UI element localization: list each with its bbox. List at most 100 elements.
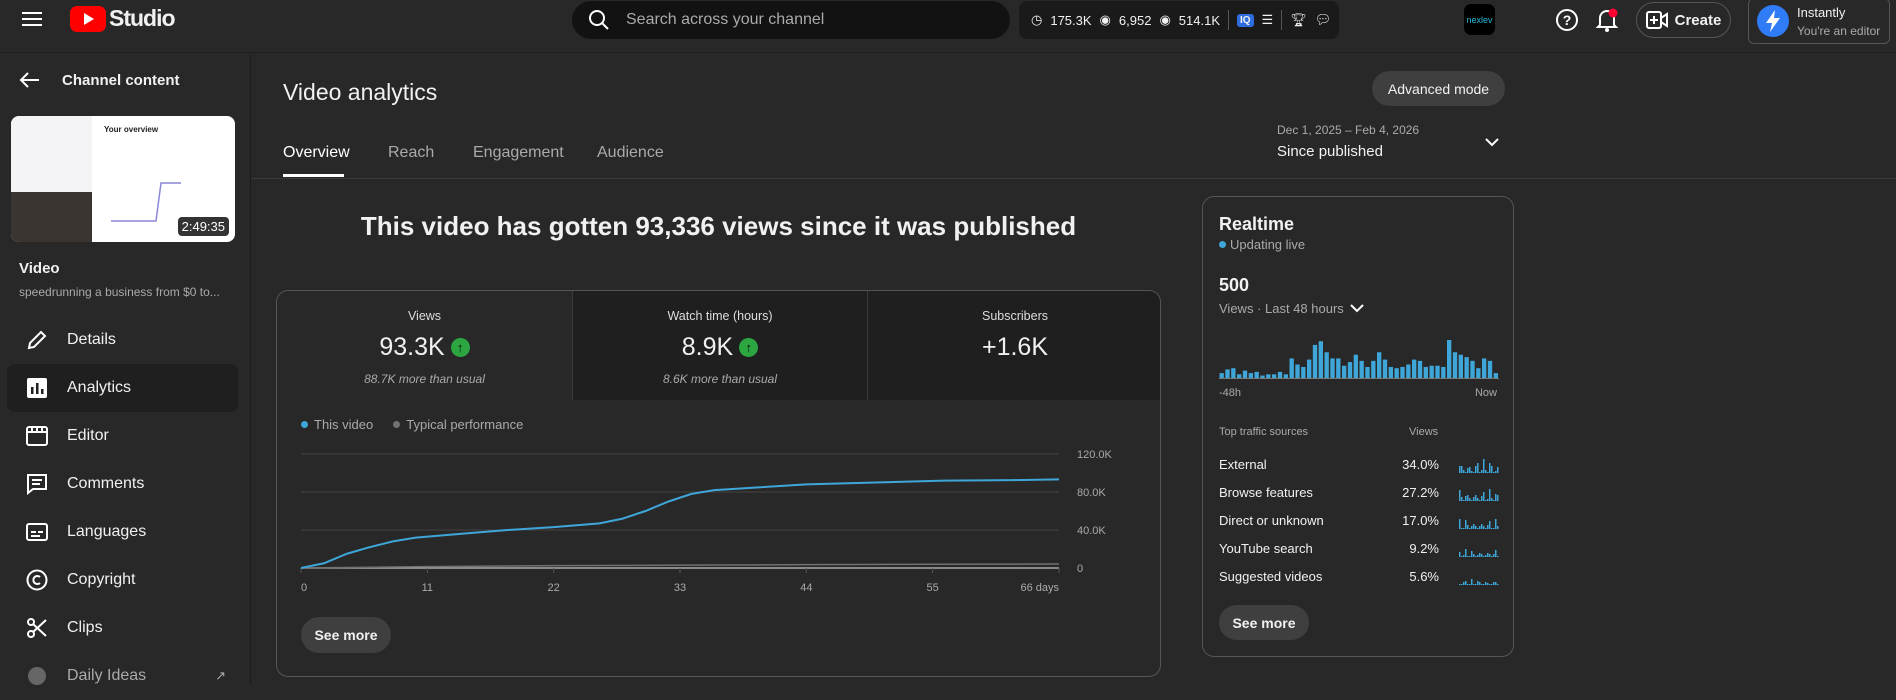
sparkline-bar <box>1461 497 1463 501</box>
traffic-source-pct: 17.0% <box>1402 512 1439 528</box>
sparkline-bar <box>1481 496 1483 501</box>
metric-tile-subscribers[interactable]: Subscribers +1.6K <box>867 291 1160 400</box>
menu-icon[interactable] <box>22 10 42 33</box>
youtube-studio-logo[interactable]: Studio <box>70 5 176 32</box>
sparkline-bar <box>1461 556 1463 557</box>
account-switcher[interactable]: Instantly You're an editor <box>1748 0 1890 44</box>
sparkline-bar <box>1473 497 1475 501</box>
sparkline-bar <box>1467 468 1469 473</box>
traffic-source-sparkline <box>1459 519 1499 529</box>
advanced-mode-button[interactable]: Advanced mode <box>1372 71 1505 106</box>
realtime-bar <box>1482 358 1487 378</box>
sparkline-bar <box>1497 526 1499 529</box>
tab-reach[interactable]: Reach <box>388 144 434 162</box>
realtime-bar <box>1394 368 1399 378</box>
date-range-picker[interactable]: Dec 1, 2025 – Feb 4, 2026 Since publishe… <box>1277 123 1507 163</box>
sparkline-bar <box>1471 500 1473 501</box>
scissors-icon <box>7 617 67 639</box>
sidebar-item-editor[interactable]: Editor <box>7 412 238 460</box>
traffic-source-pct: 5.6% <box>1409 568 1439 584</box>
pencil-icon <box>7 329 67 351</box>
realtime-bar <box>1476 368 1481 378</box>
create-button[interactable]: Create <box>1636 2 1731 38</box>
sparkline-bar <box>1493 582 1495 585</box>
realtime-bar <box>1347 362 1353 378</box>
realtime-see-more-button[interactable]: See more <box>1219 605 1309 640</box>
realtime-bar-chart <box>1219 340 1499 379</box>
tab-engagement[interactable]: Engagement <box>473 144 564 162</box>
realtime-bar <box>1295 364 1300 378</box>
sidebar-item-languages[interactable]: Languages <box>7 508 238 556</box>
sparkline-bar <box>1485 470 1487 473</box>
realtime-x-start: -48h <box>1219 387 1242 399</box>
chat-icon[interactable]: 💬︎ <box>1315 12 1332 28</box>
chart-legend: This video Typical performance <box>301 417 523 432</box>
realtime-bar <box>1452 352 1458 378</box>
sidebar-item-copyright[interactable]: Copyright <box>7 556 238 604</box>
sparkline-bar <box>1489 463 1491 473</box>
metric-tile-watch-time[interactable]: Watch time (hours) 8.9K ↑ 8.6K more than … <box>572 291 867 400</box>
realtime-bar <box>1435 365 1440 378</box>
nexlev-extension-icon[interactable]: nexlev <box>1464 4 1495 35</box>
traffic-source-sparkline <box>1459 549 1499 557</box>
sidebar-item-daily-ideas[interactable]: Daily Ideas ↗ <box>7 652 238 700</box>
traffic-source-pct: 34.0% <box>1402 456 1439 472</box>
tab-audience[interactable]: Audience <box>597 144 664 162</box>
sparkline-bar <box>1489 489 1491 501</box>
sparkline-bar <box>1459 584 1461 585</box>
sparkline-bar <box>1479 553 1481 557</box>
sparkline-bar <box>1461 466 1463 473</box>
traffic-source-row[interactable]: Browse features 27.2% <box>1219 482 1499 502</box>
sidebar-item-comments[interactable]: Comments <box>7 460 238 508</box>
sparkline-bar <box>1471 579 1473 585</box>
sparkline-bar <box>1481 524 1483 529</box>
y-tick-label: 40.0K <box>1077 525 1106 537</box>
list-icon[interactable]: ☰ <box>1262 12 1274 28</box>
sparkline-bar <box>1475 556 1477 557</box>
sparkline-bar <box>1497 556 1499 557</box>
sparkline-bar <box>1493 500 1495 501</box>
sidebar-item-analytics[interactable]: Analytics <box>7 364 238 412</box>
help-icon[interactable]: ? <box>1555 8 1579 37</box>
sparkline-bar <box>1473 554 1475 557</box>
traffic-source-row[interactable]: Suggested videos 5.6% <box>1219 566 1499 586</box>
tab-overview[interactable]: Overview <box>283 144 350 162</box>
realtime-bar <box>1365 366 1370 378</box>
metric-tile-views[interactable]: Views 93.3K ↑ 88.7K more than usual <box>277 291 572 400</box>
search-bar[interactable]: Search across your channel <box>572 1 1010 39</box>
x-tick-label: 44 <box>800 582 812 594</box>
iq-icon[interactable]: IQ <box>1236 13 1254 27</box>
sparkline-bar <box>1471 551 1473 557</box>
x-tick-label: 22 <box>548 582 560 594</box>
sparkline-bar <box>1471 471 1473 473</box>
back-to-channel-content[interactable]: Channel content <box>18 71 180 89</box>
ideas-icon <box>7 666 67 686</box>
realtime-bar <box>1242 370 1248 378</box>
sparkline-bar <box>1483 459 1485 473</box>
video-thumbnail[interactable]: Your overview 2:49:35 <box>11 116 235 242</box>
sparkline-bar <box>1493 554 1495 557</box>
trophy-icon[interactable]: 🏆︎ <box>1290 12 1307 28</box>
sidebar-item-details[interactable]: Details <box>7 316 238 364</box>
sparkline-bar <box>1495 582 1497 585</box>
realtime-bar <box>1377 352 1382 378</box>
realtime-bar <box>1336 358 1341 378</box>
traffic-source-row[interactable]: YouTube search 9.2% <box>1219 538 1499 558</box>
traffic-source-row[interactable]: External 34.0% <box>1219 454 1499 474</box>
sparkline-bar <box>1467 556 1469 557</box>
sidebar-item-clips[interactable]: Clips <box>7 604 238 652</box>
realtime-bar <box>1318 341 1323 378</box>
see-more-button[interactable]: See more <box>301 617 391 653</box>
search-input[interactable]: Search across your channel <box>626 11 824 29</box>
divider <box>1281 10 1283 30</box>
realtime-period-dropdown[interactable]: Views · Last 48 hours <box>1219 301 1364 316</box>
youtube-logo-icon <box>70 5 106 32</box>
sparkline-bar <box>1487 525 1489 529</box>
arrow-left-icon <box>19 72 39 88</box>
traffic-source-row[interactable]: Direct or unknown 17.0% <box>1219 510 1499 530</box>
traffic-source-pct: 27.2% <box>1402 484 1439 500</box>
x-tick-label: 11 <box>422 582 433 594</box>
notifications-bell-icon[interactable] <box>1595 7 1619 38</box>
x-tick-label: 33 <box>674 582 686 594</box>
sparkline-bar <box>1469 556 1471 557</box>
